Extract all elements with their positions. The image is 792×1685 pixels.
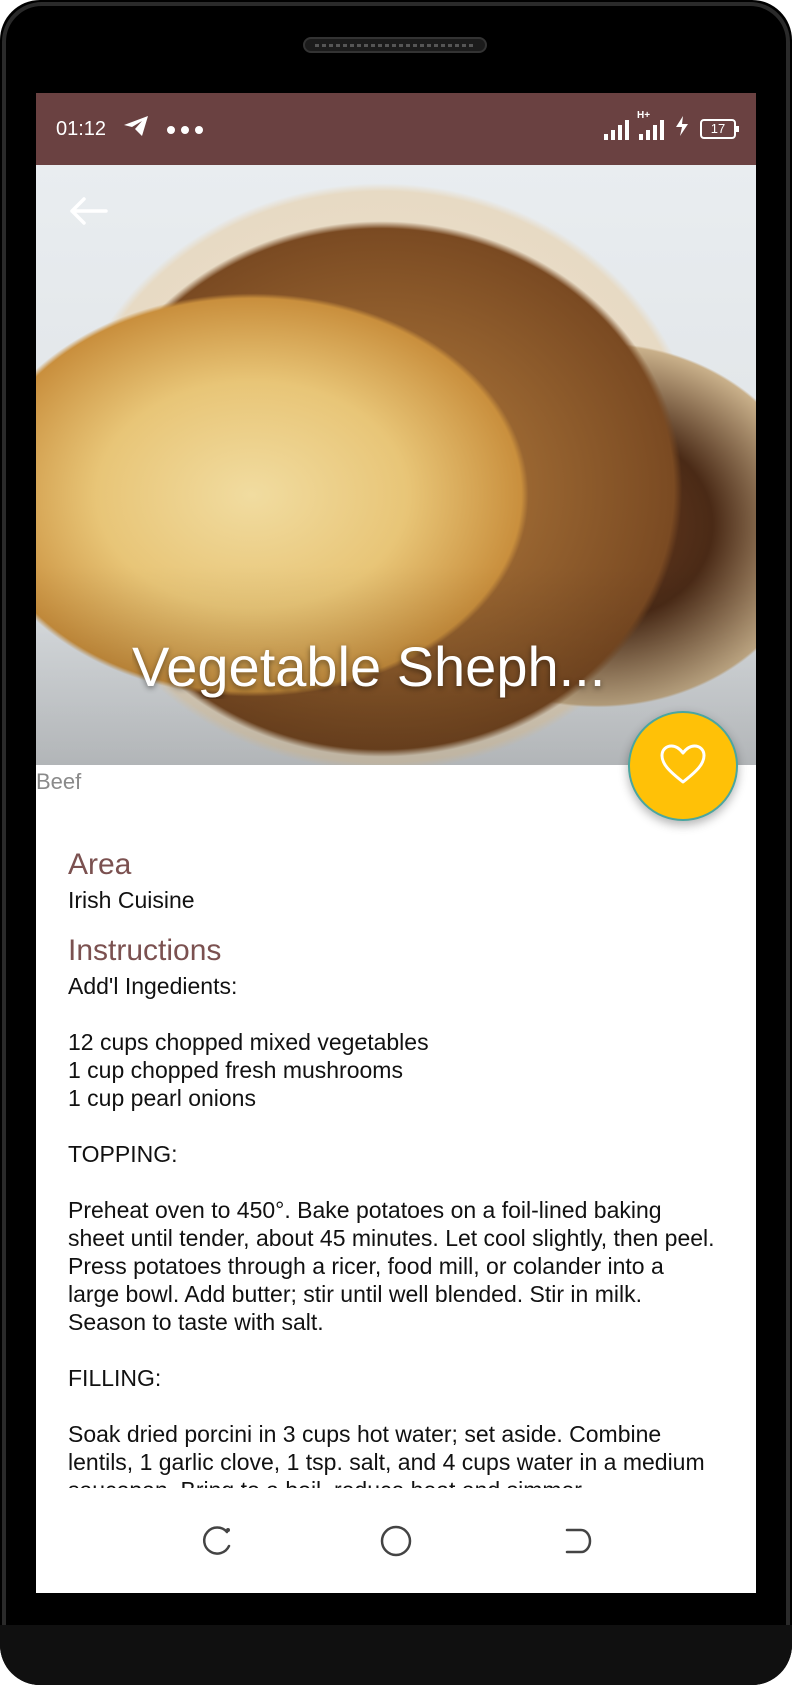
arrow-left-icon [66, 197, 110, 231]
meal-category: Beef [36, 769, 82, 794]
battery-indicator: 17 [700, 119, 739, 139]
earpiece-speaker [303, 37, 487, 53]
meal-title: Vegetable Sheph... [132, 635, 606, 698]
recents-button[interactable] [196, 1523, 236, 1563]
home-button[interactable] [376, 1523, 416, 1563]
meal-image: Vegetable Sheph... [36, 165, 756, 765]
app-screen: 01:12 H+ 17 Vegetable Sheph... Beef Area… [36, 93, 756, 1593]
status-left: 01:12 [56, 114, 204, 144]
signal-icon [604, 118, 629, 140]
more-dots-icon [166, 118, 204, 141]
recents-icon [199, 1524, 233, 1563]
status-time: 01:12 [56, 117, 107, 140]
heart-outline-icon [659, 743, 707, 790]
instructions-heading: Instructions [68, 934, 222, 967]
status-bar: 01:12 H+ 17 [36, 93, 756, 165]
bottom-bezel [0, 1625, 792, 1685]
area-value: Irish Cuisine [68, 887, 195, 913]
status-right: H+ 17 [604, 110, 739, 143]
back-button[interactable] [66, 195, 116, 235]
phone-device: 01:12 H+ 17 Vegetable Sheph... Beef Area… [0, 0, 792, 1685]
area-heading: Area [68, 848, 132, 881]
meal-details: Area Irish Cuisine Instructions Add'l In… [68, 848, 718, 1488]
system-nav-bar [36, 1493, 756, 1593]
charging-icon [674, 115, 690, 143]
back-icon [559, 1524, 593, 1563]
instructions-text: Add'l Ingedients: 12 cups chopped mixed … [68, 973, 715, 1488]
signal-hplus-icon: H+ [637, 110, 664, 140]
telegram-icon [122, 114, 150, 144]
favorite-button[interactable] [628, 711, 738, 821]
back-nav-button[interactable] [556, 1523, 596, 1563]
home-circle-icon [379, 1524, 413, 1563]
